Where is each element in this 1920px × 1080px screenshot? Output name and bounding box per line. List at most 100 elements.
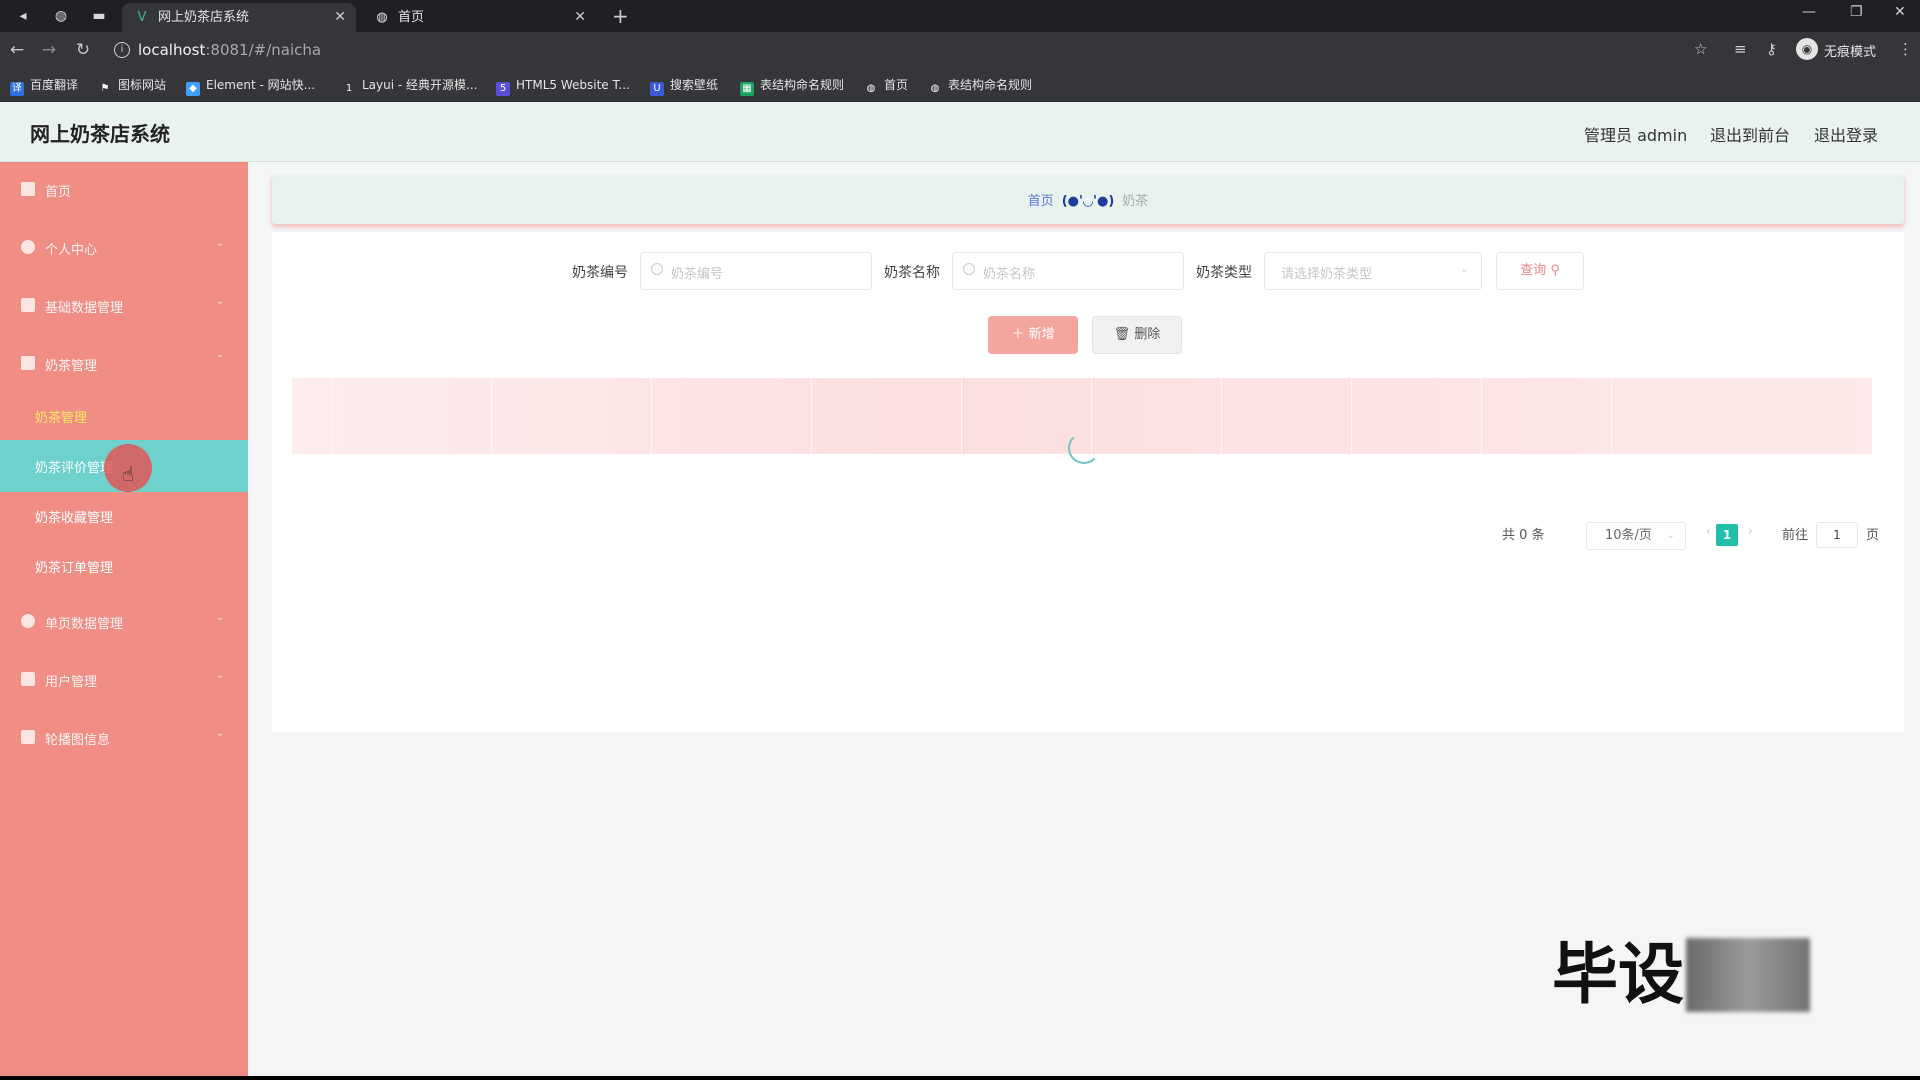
type-label: 奶茶类型 — [1196, 265, 1252, 281]
mail-icon — [21, 298, 35, 312]
tab-home[interactable]: ◍ 首页 ✕ — [362, 3, 596, 32]
monitor-icon — [21, 356, 35, 370]
goto-page-input[interactable]: 1 — [1816, 522, 1858, 548]
bookmark-item[interactable]: ◆ Element - 网站快... — [186, 76, 315, 96]
close-tab-icon[interactable]: ✕ — [574, 3, 586, 32]
sidebar-item-milk-tea[interactable]: 奶茶管理 ⌃ — [0, 340, 248, 388]
sidebar-sub-orders[interactable]: 奶茶订单管理 — [0, 542, 248, 590]
name-input[interactable]: 奶茶名称 — [952, 252, 1184, 290]
chevron-up-icon: ⌃ — [215, 354, 224, 365]
delete-button[interactable]: 🗑 删除 — [1092, 316, 1182, 354]
watermark-text: 毕设 — [1552, 936, 1684, 1013]
screen: ◂ ◍ ▬ V 网上奶茶店系统 ✕ ◍ 首页 ✕ + — ❐ ✕ ← → ↻ i… — [0, 0, 1920, 1080]
tab-active[interactable]: V 网上奶茶店系统 ✕ — [122, 3, 356, 32]
search-icon — [651, 263, 663, 275]
flag-icon: ⚑ — [100, 83, 110, 94]
page-number-current[interactable]: 1 — [1716, 524, 1738, 546]
sheet-icon: ▦ — [740, 82, 754, 96]
browser-tab-bar: ◂ ◍ ▬ V 网上奶茶店系统 ✕ ◍ 首页 ✕ + — ❐ ✕ — [0, 0, 1920, 32]
sidebar-item-single-page[interactable]: 单页数据管理 ⌄ — [0, 598, 248, 646]
trash-icon: 🗑 — [1113, 327, 1131, 342]
tab-search-icon[interactable]: ▬ — [88, 6, 110, 26]
forward-icon[interactable]: → — [38, 39, 60, 61]
app-title: 网上奶茶店系统 — [30, 122, 170, 146]
exit-to-front-link[interactable]: 退出到前台 — [1710, 122, 1790, 146]
next-page-icon[interactable]: › — [1748, 524, 1753, 538]
new-tab-icon[interactable]: + — [612, 4, 629, 28]
table-header-cell — [652, 378, 812, 454]
info-icon[interactable]: i — [114, 42, 130, 58]
globe-icon[interactable]: ◍ — [50, 6, 72, 26]
bookmark-item[interactable]: U 搜索壁纸 — [650, 76, 718, 96]
tab-title: 首页 — [398, 10, 425, 25]
sidebar-item-carousel[interactable]: 轮播图信息 ⌄ — [0, 714, 248, 762]
table-header-cell — [812, 378, 962, 454]
search-icon — [963, 263, 975, 275]
breadcrumb-home[interactable]: 首页 — [1028, 194, 1054, 209]
pointer-hand-icon: ☝ — [122, 462, 135, 486]
bookmark-item[interactable]: 5 HTML5 Website T... — [496, 76, 630, 96]
chevron-down-icon: ⌄ — [215, 238, 224, 249]
chevron-down-icon: ⌄ — [1666, 530, 1675, 541]
admin-label: 管理员 admin — [1584, 126, 1688, 145]
bookmark-item[interactable]: ◍ 表结构命名规则 — [928, 76, 1032, 94]
wallpaper-icon: U — [650, 82, 664, 96]
incognito-icon[interactable]: ◉ — [1796, 38, 1818, 60]
bookmark-item[interactable]: ◍ 首页 — [864, 76, 908, 94]
name-label: 奶茶名称 — [884, 265, 940, 281]
watermark-blurred-area — [1686, 938, 1810, 1012]
star-icon[interactable]: ☆ — [1694, 40, 1707, 58]
bookmark-item[interactable]: 译百度翻译 — [10, 76, 78, 96]
bookmark-item[interactable]: 1 Layui - 经典开源模... — [342, 76, 478, 94]
table-header-cell — [492, 378, 652, 454]
chevron-down-icon: ⌄ — [215, 670, 224, 681]
goto-prefix: 前往 — [1782, 528, 1809, 543]
menu-icon[interactable]: ⋮ — [1898, 40, 1913, 58]
reload-icon[interactable]: ↻ — [72, 39, 94, 61]
close-tab-icon[interactable]: ✕ — [334, 3, 346, 32]
image-icon — [21, 730, 35, 744]
table-header-cell — [1482, 378, 1612, 454]
reading-list-icon[interactable]: ≡ — [1734, 40, 1747, 58]
sidebar-sub-milk-tea[interactable]: 奶茶管理 — [0, 392, 248, 440]
home-icon — [21, 182, 35, 196]
sidebar-item-home[interactable]: 首页 — [0, 166, 248, 214]
chevron-down-icon: ⌄ — [215, 728, 224, 739]
bookmark-item[interactable]: ▦ 表结构命名规则 — [740, 76, 844, 96]
table-header-cell — [292, 378, 332, 454]
add-button[interactable]: ＋ 新增 — [988, 316, 1078, 354]
type-select[interactable]: 请选择奶茶类型 ⌄ — [1264, 252, 1482, 290]
plus-icon: ＋ — [1011, 327, 1025, 342]
logout-link[interactable]: 退出登录 — [1814, 122, 1878, 146]
page-size-select[interactable]: 10条/页 ⌄ — [1586, 522, 1686, 550]
address-bar[interactable]: i localhost:8081/#/naicha — [106, 36, 1706, 64]
sidebar: 首页 个人中心 ⌄ 基础数据管理 ⌄ 奶茶管理 ⌃ 奶茶管理 奶茶评价管理 奶茶… — [0, 162, 248, 1080]
back-icon[interactable]: ← — [6, 39, 28, 61]
table-header-cell — [1352, 378, 1482, 454]
code-input[interactable]: 奶茶编号 — [640, 252, 872, 290]
query-button[interactable]: 查询 ⚲ — [1496, 252, 1584, 290]
pagination-total: 共 0 条 — [1502, 528, 1545, 543]
vue-logo-icon: V — [137, 10, 147, 25]
restore-icon[interactable]: ❐ — [1850, 4, 1863, 20]
sidebar-item-base-data[interactable]: 基础数据管理 ⌄ — [0, 282, 248, 330]
key-icon[interactable]: ⚷ — [1766, 40, 1777, 58]
search-icon: ⚲ — [1550, 263, 1560, 278]
close-window-icon[interactable]: ✕ — [1894, 4, 1906, 20]
prev-page-icon[interactable]: ‹ — [1706, 524, 1711, 538]
layui-icon: 1 — [345, 83, 353, 94]
bookmarks-bar: 译百度翻译 ⚑ 图标网站 ◆ Element - 网站快... 1 Layui - 经… — [0, 68, 1920, 102]
sidebar-item-profile[interactable]: 个人中心 ⌄ — [0, 224, 248, 272]
sidebar-item-users[interactable]: 用户管理 ⌄ — [0, 656, 248, 704]
breadcrumb-bar: 首页 (●'◡'●) 奶茶 — [272, 174, 1904, 224]
chevron-down-icon: ⌄ — [215, 612, 224, 623]
goto-suffix: 页 — [1866, 528, 1880, 543]
minimize-icon[interactable]: — — [1802, 4, 1816, 20]
user-icon — [21, 240, 35, 254]
breadcrumb: 首页 (●'◡'●) 奶茶 — [272, 190, 1904, 209]
url-text: localhost:8081/#/naicha — [138, 41, 322, 59]
media-icon[interactable]: ◂ — [12, 6, 34, 26]
sidebar-sub-favorites[interactable]: 奶茶收藏管理 — [0, 492, 248, 540]
app-header: 网上奶茶店系统 管理员 admin 退出到前台 退出登录 — [0, 102, 1920, 162]
bookmark-item[interactable]: ⚑ 图标网站 — [98, 76, 167, 94]
